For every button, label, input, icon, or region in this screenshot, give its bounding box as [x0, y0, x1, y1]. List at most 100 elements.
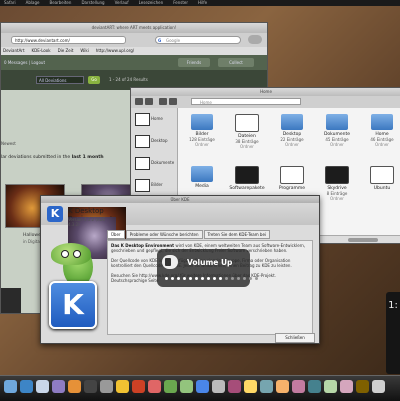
file-name: Softwarepakete: [229, 186, 265, 191]
menu-safari[interactable]: Safari: [4, 0, 16, 5]
app-icon-17[interactable]: [260, 380, 273, 393]
kde-logo-icon: K: [47, 206, 63, 222]
pictures-icon: [135, 179, 150, 192]
itunes-icon[interactable]: [52, 380, 65, 393]
tab-about[interactable]: Über: [107, 230, 125, 239]
bookmark-die-zeit[interactable]: Die Zeit: [58, 48, 74, 53]
list-view-icon[interactable]: [169, 98, 177, 105]
kde-badge-icon: K: [49, 281, 97, 329]
app-icon-18[interactable]: [276, 380, 289, 393]
volume-segment: [195, 277, 198, 280]
tab-report[interactable]: Probleme oder Wünsche berichten: [125, 230, 203, 239]
go-button[interactable]: Go: [88, 76, 100, 84]
konqi-mascot: K: [45, 241, 105, 331]
photos-icon[interactable]: [116, 380, 129, 393]
safari-icon[interactable]: [20, 380, 33, 393]
app-icon-16[interactable]: [244, 380, 257, 393]
volume-segment: [255, 277, 258, 280]
icon-view-icon[interactable]: [159, 98, 167, 105]
file-item[interactable]: Desktop 22 Einträge Ordner: [268, 108, 316, 153]
url-field[interactable]: http://www.deviantart.com/: [11, 36, 126, 44]
sidebar-item-documents[interactable]: Dokumente: [133, 154, 175, 173]
search-field[interactable]: G Google: [155, 36, 241, 44]
category-select[interactable]: All Deviations: [36, 76, 84, 84]
volume-label: Volume Up: [187, 258, 233, 267]
collect-button[interactable]: Collect: [218, 58, 254, 67]
bookmark-kde-look[interactable]: KDE-Look: [32, 48, 51, 53]
preferences-icon[interactable]: [100, 380, 113, 393]
folder-icon: [191, 166, 213, 182]
tab-join[interactable]: Treten Sie dem KDE-Team bei: [203, 230, 271, 239]
menu-hilfe[interactable]: Hilfe: [198, 0, 207, 5]
file-item[interactable]: Dateien 38 Einträge Ordner: [223, 108, 271, 153]
volume-segment: [201, 277, 204, 280]
menu-fenster[interactable]: Fenster: [173, 0, 188, 5]
app-icon-23[interactable]: [356, 380, 369, 393]
bookmark-upl[interactable]: http://www.upl.org/: [96, 48, 134, 53]
folder-icon: [191, 114, 213, 130]
google-icon: G: [158, 38, 162, 43]
speaker-icon: [162, 255, 178, 269]
menu-darstellung[interactable]: Darstellung: [81, 0, 104, 5]
back-icon[interactable]: [135, 98, 143, 105]
logout-link[interactable]: Logout: [31, 60, 45, 65]
bookmark-deviantart[interactable]: DeviantArt: [3, 48, 25, 53]
messages-link[interactable]: 0 Messages: [4, 60, 27, 65]
sidebar-label: Dokumente: [151, 160, 175, 165]
reload-button[interactable]: [248, 35, 262, 44]
friends-button[interactable]: Friends: [178, 58, 210, 67]
file-type: Ordner: [330, 196, 344, 201]
app-icon-20[interactable]: [308, 380, 321, 393]
menu-lesezeichen[interactable]: Lesezeichen: [139, 0, 164, 5]
calendar-icon[interactable]: [68, 380, 81, 393]
sidebar-item-home[interactable]: Home: [133, 110, 175, 129]
file-item[interactable]: Dokumente 45 Einträge Ordner: [313, 108, 361, 153]
menu-ablage[interactable]: Ablage: [26, 0, 40, 5]
newest-label: Newest: [1, 141, 16, 146]
dialog-header: K K Desktop Environment Version 4.3.2 (K…: [41, 203, 319, 259]
folder-icon: [326, 114, 348, 130]
file-type: Ordner: [375, 142, 389, 147]
editor-icon[interactable]: [180, 380, 193, 393]
dock: [0, 375, 400, 401]
file-item[interactable]: Bilder 128 Einträge Ordner: [178, 108, 226, 153]
folder-icon: [235, 166, 259, 184]
finder-icon[interactable]: [4, 380, 17, 393]
volume-level-indicator: [165, 276, 261, 282]
app-icon-19[interactable]: [292, 380, 305, 393]
documents-icon: [135, 157, 150, 170]
menu-verlauf[interactable]: Verlauf: [115, 0, 129, 5]
firefox-icon[interactable]: [148, 380, 161, 393]
file-item[interactable]: Skydrive 8 Einträge Ordner: [313, 160, 361, 205]
sidebar-item-desktop[interactable]: Desktop: [133, 132, 175, 151]
path-bar[interactable]: Home: [191, 98, 301, 105]
app-icon-21[interactable]: [324, 380, 337, 393]
file-item[interactable]: Home 46 Einträge Ordner: [358, 108, 400, 153]
folder-icon: [370, 166, 394, 184]
file-name: Media: [195, 184, 209, 189]
file-manager-title: Home: [131, 88, 400, 96]
file-item[interactable]: Ubuntu: [358, 160, 400, 205]
music-icon[interactable]: [132, 380, 145, 393]
terminal-icon[interactable]: [84, 380, 97, 393]
bookmark-wiki[interactable]: Wiki: [80, 48, 88, 53]
volume-segment: [243, 277, 246, 280]
app-icon-14[interactable]: [212, 380, 225, 393]
app-icon-15[interactable]: [228, 380, 241, 393]
sidebar-label: Desktop: [151, 138, 168, 143]
bookmarks-bar: DeviantArt KDE-Look Die Zeit Wiki http://www…: [1, 47, 267, 55]
results-count: 1 - 24 of 24 Results: [109, 77, 148, 82]
mail-icon[interactable]: [36, 380, 49, 393]
chat-icon[interactable]: [164, 380, 177, 393]
file-manager-toolbar: Home: [131, 96, 400, 108]
close-button[interactable]: Schließen: [275, 333, 315, 343]
app-icon-13[interactable]: [196, 380, 209, 393]
trash-icon[interactable]: [372, 380, 385, 393]
file-name: Programme: [278, 186, 306, 191]
menu-bearbeiten[interactable]: Bearbeiten: [49, 0, 71, 5]
app-icon-22[interactable]: [340, 380, 353, 393]
forward-icon[interactable]: [145, 98, 153, 105]
file-name: Ubuntu: [373, 186, 391, 191]
sidebar-item-pictures[interactable]: Bilder: [133, 176, 175, 195]
zoom-slider[interactable]: [348, 238, 378, 242]
